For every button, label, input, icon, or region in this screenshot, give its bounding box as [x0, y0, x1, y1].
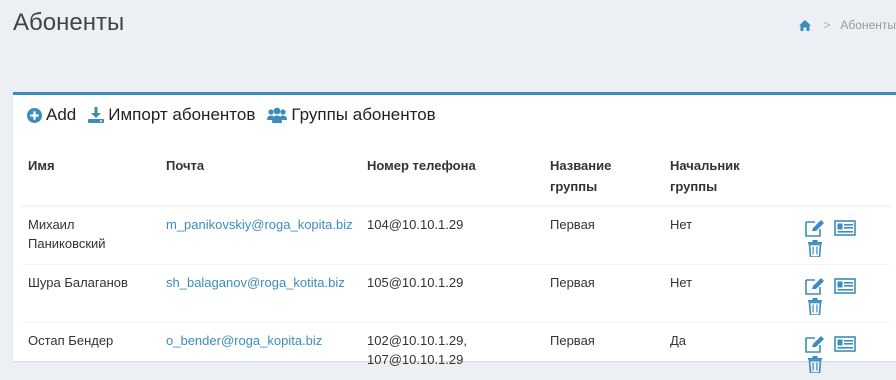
subscribers-box: Add Импорт абонентов Группы абонентов	[13, 92, 896, 361]
cell-group: Первая	[543, 323, 663, 380]
trash-icon	[808, 298, 822, 315]
table-row: Остап Бендер o_bender@roga_kopita.biz 10…	[21, 323, 891, 380]
edit-button[interactable]	[803, 276, 827, 295]
email-link[interactable]: m_panikovskiy@roga_kopita.biz	[166, 217, 353, 232]
header-group-name-line2: группы	[550, 176, 663, 197]
name-line2: Паниковский	[28, 234, 159, 253]
cell-head: Да	[663, 323, 796, 380]
phone-line1: 104@10.10.1.29	[367, 215, 543, 234]
cell-actions	[796, 265, 891, 323]
edit-button[interactable]	[803, 334, 827, 353]
cell-phone: 105@10.10.1.29	[360, 265, 543, 323]
page-title: Абоненты	[13, 9, 124, 37]
delete-button[interactable]	[803, 239, 827, 258]
table-header-row: Имя Почта Номер телефона Название группы…	[21, 145, 891, 206]
breadcrumb-current: Абоненты	[840, 18, 896, 32]
name-line1: Михаил	[28, 215, 159, 234]
breadcrumb: > Абоненты	[799, 18, 896, 32]
cell-phone: 102@10.10.1.29, 107@10.10.1.29	[360, 323, 543, 380]
header-group-head-line1: Начальник	[670, 155, 796, 176]
header-group-name[interactable]: Название группы	[543, 145, 663, 206]
cell-actions	[796, 206, 891, 265]
import-label: Импорт абонентов	[108, 105, 255, 125]
name-line1: Шура Балаганов	[28, 273, 159, 292]
card-icon	[834, 220, 856, 236]
header-group-head-line2: группы	[670, 176, 796, 197]
edit-icon	[805, 219, 825, 237]
cell-name: Шура Балаганов	[21, 265, 159, 323]
cell-name: Михаил Паниковский	[21, 206, 159, 265]
cell-email: m_panikovskiy@roga_kopita.biz	[159, 206, 360, 265]
phone-line1: 102@10.10.1.29,	[367, 331, 543, 350]
table-row: Шура Балаганов sh_balaganov@roga_kotita.…	[21, 265, 891, 323]
edit-icon	[805, 335, 825, 353]
cell-name: Остап Бендер	[21, 323, 159, 380]
import-subscribers-button[interactable]: Импорт абонентов	[88, 105, 255, 125]
download-icon	[88, 107, 104, 123]
subscriber-groups-button[interactable]: Группы абонентов	[267, 105, 435, 125]
phone-line2: 107@10.10.1.29	[367, 350, 543, 369]
groups-label: Группы абонентов	[291, 105, 435, 125]
edit-button[interactable]	[803, 218, 827, 237]
home-icon[interactable]	[799, 20, 811, 31]
cell-email: o_bender@roga_kopita.biz	[159, 323, 360, 380]
cell-head: Нет	[663, 206, 796, 265]
email-link[interactable]: o_bender@roga_kopita.biz	[166, 333, 322, 348]
cell-head: Нет	[663, 265, 796, 323]
add-label: Add	[46, 105, 76, 125]
delete-button[interactable]	[803, 297, 827, 316]
header-group-head[interactable]: Начальник группы	[663, 145, 796, 206]
header-name[interactable]: Имя	[21, 145, 159, 206]
toolbar: Add Импорт абонентов Группы абонентов	[27, 105, 448, 125]
header-actions	[796, 145, 891, 206]
card-icon	[834, 336, 856, 352]
users-icon	[267, 107, 287, 123]
trash-icon	[808, 240, 822, 257]
cell-email: sh_balaganov@roga_kotita.biz	[159, 265, 360, 323]
cell-group: Первая	[543, 206, 663, 265]
card-button[interactable]	[833, 218, 857, 237]
breadcrumb-separator: >	[823, 18, 830, 32]
header-phone[interactable]: Номер телефона	[360, 145, 543, 206]
header-email[interactable]: Почта	[159, 145, 360, 206]
plus-circle-icon	[27, 108, 42, 123]
row-actions	[803, 331, 865, 374]
edit-icon	[805, 277, 825, 295]
delete-button[interactable]	[803, 355, 827, 374]
trash-icon	[808, 356, 822, 373]
add-button[interactable]: Add	[27, 105, 76, 125]
phone-line1: 105@10.10.1.29	[367, 273, 543, 292]
row-actions	[803, 215, 865, 258]
row-actions	[803, 273, 865, 316]
cell-actions	[796, 323, 891, 380]
name-line1: Остап Бендер	[28, 331, 159, 350]
card-icon	[834, 278, 856, 294]
table-row: Михаил Паниковский m_panikovskiy@roga_ko…	[21, 206, 891, 265]
cell-group: Первая	[543, 265, 663, 323]
card-button[interactable]	[833, 334, 857, 353]
subscribers-table: Имя Почта Номер телефона Название группы…	[21, 145, 891, 380]
cell-phone: 104@10.10.1.29	[360, 206, 543, 265]
header-group-name-line1: Название	[550, 155, 663, 176]
email-link[interactable]: sh_balaganov@roga_kotita.biz	[166, 275, 345, 290]
card-button[interactable]	[833, 276, 857, 295]
